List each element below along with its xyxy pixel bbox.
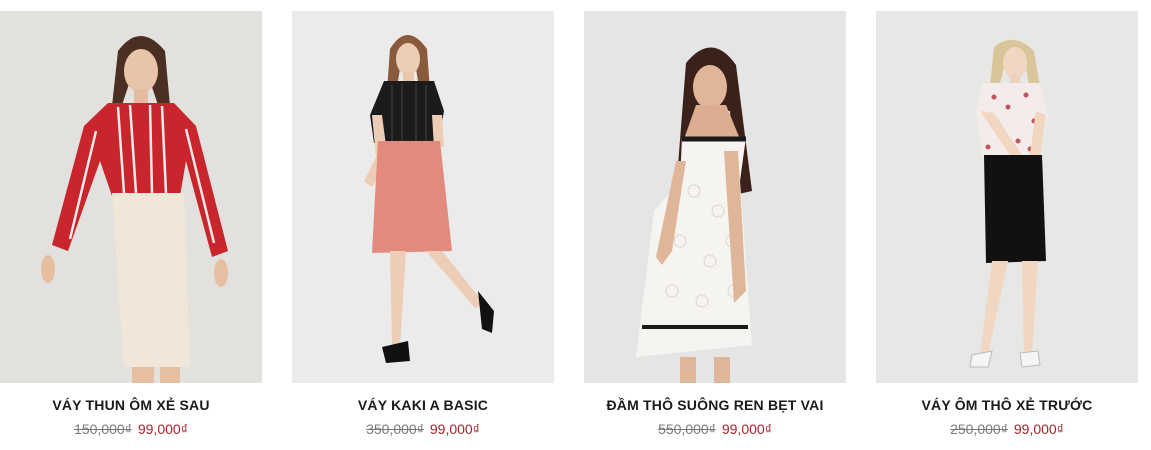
- product-name[interactable]: VÁY ÔM THÔ XẺ TRƯỚC: [876, 397, 1138, 413]
- sale-price: 99,000₫: [1013, 421, 1064, 437]
- product-price: 150,000₫ 99,000₫: [0, 421, 262, 437]
- sale-price: 99,000₫: [137, 421, 188, 437]
- product-card[interactable]: VÁY KAKI A BASIC 350,000₫ 99,000₫: [292, 11, 554, 450]
- product-card[interactable]: ĐẦM THÔ SUÔNG REN BẸT VAI 550,000₫ 99,000…: [584, 11, 846, 450]
- model-photo: [0, 11, 262, 383]
- product-price: 250,000₫ 99,000₫: [876, 421, 1138, 437]
- product-price: 550,000₫ 99,000₫: [584, 421, 846, 437]
- product-image[interactable]: [876, 11, 1138, 383]
- sale-price: 99,000₫: [429, 421, 480, 437]
- product-card[interactable]: VÁY THUN ÔM XẺ SAU 150,000₫ 99,000₫: [0, 11, 262, 450]
- original-price: 150,000₫: [74, 421, 132, 437]
- product-name[interactable]: VÁY THUN ÔM XẺ SAU: [0, 397, 262, 413]
- original-price: 350,000₫: [366, 421, 424, 437]
- original-price: 250,000₫: [950, 421, 1008, 437]
- product-name[interactable]: VÁY KAKI A BASIC: [292, 397, 554, 413]
- product-card[interactable]: VÁY ÔM THÔ XẺ TRƯỚC 250,000₫ 99,000₫: [876, 11, 1138, 450]
- product-image[interactable]: [584, 11, 846, 383]
- model-photo: [584, 11, 846, 383]
- product-image[interactable]: [0, 11, 262, 383]
- original-price: 550,000₫: [658, 421, 716, 437]
- product-grid: VÁY THUN ÔM XẺ SAU 150,000₫ 99,000₫ VÁY …: [0, 11, 1151, 450]
- product-price: 350,000₫ 99,000₫: [292, 421, 554, 437]
- product-name[interactable]: ĐẦM THÔ SUÔNG REN BẸT VAI: [584, 397, 846, 413]
- product-image[interactable]: [292, 11, 554, 383]
- model-photo: [292, 11, 554, 383]
- sale-price: 99,000₫: [721, 421, 772, 437]
- model-photo: [876, 11, 1138, 383]
